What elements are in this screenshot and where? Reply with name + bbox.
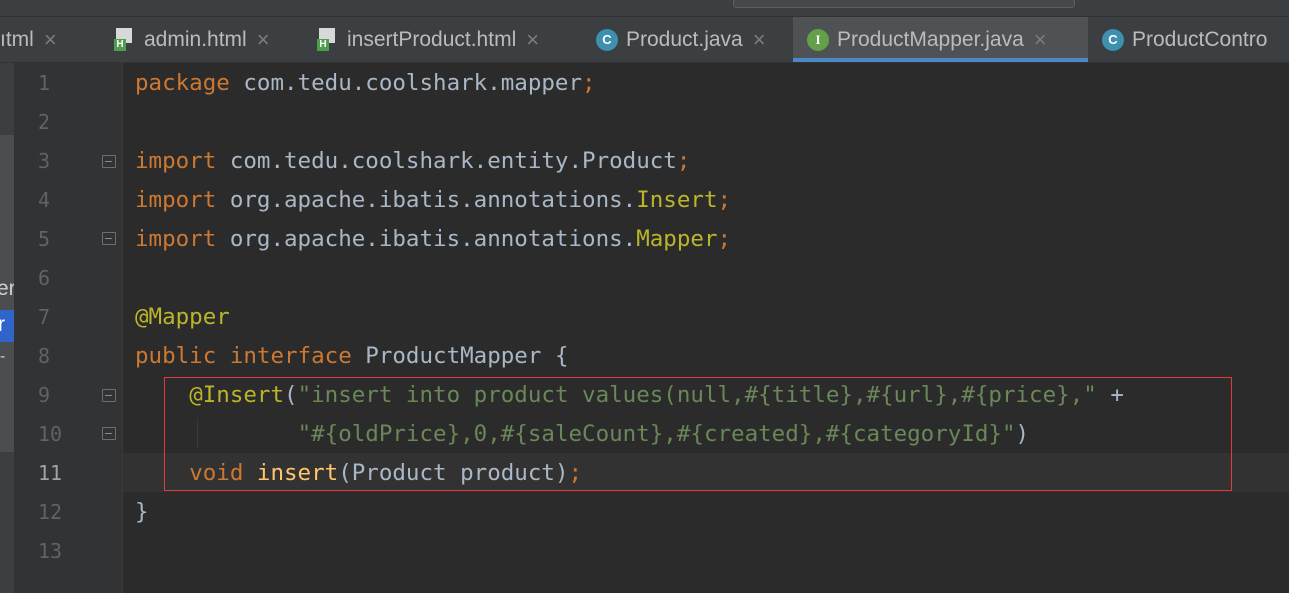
code-token: public [135, 343, 217, 369]
code-token: void [189, 460, 244, 486]
tab-product-java[interactable]: C Product.java × [582, 17, 792, 62]
line-number: 5 [38, 227, 51, 251]
line-number: 1 [38, 71, 51, 95]
code-line[interactable]: } [135, 493, 149, 532]
tab-label: insertProduct.html [347, 27, 517, 51]
code-token: import [135, 226, 217, 252]
code-token: interface [229, 343, 352, 369]
project-panel-edge: er r - [0, 63, 14, 593]
code-token: + [1096, 382, 1124, 408]
code-token: "insert into product values(null,#{title… [297, 382, 1097, 408]
tree-item-fragment[interactable]: r [0, 313, 5, 337]
line-number: 12 [38, 500, 63, 524]
search-everywhere-field[interactable] [733, 0, 1075, 8]
code-token: org.apache.ibatis.annotations. [216, 187, 637, 213]
tab-admin-html[interactable]: H admin.html × [98, 17, 302, 62]
java-interface-icon: I [807, 28, 829, 51]
code-token: com.tedu.coolshark.entity.Product [216, 148, 677, 174]
line-number: 3 [38, 149, 51, 173]
line-number: 9 [38, 383, 51, 407]
code-line[interactable]: package com.tedu.coolshark.mapper; [135, 64, 596, 103]
code-line[interactable]: import org.apache.ibatis.annotations.Ins… [135, 181, 731, 220]
code-token: import [135, 187, 217, 213]
java-class-icon: C [1102, 28, 1124, 51]
line-number: 2 [38, 110, 51, 134]
html-file-icon: H [317, 27, 339, 52]
line-number: 11 [38, 461, 63, 485]
code-token: ; [717, 187, 732, 213]
fold-end-marker-icon[interactable] [102, 427, 116, 441]
code-token: ; [568, 460, 583, 486]
line-number: 6 [38, 266, 51, 290]
line-number: 4 [38, 188, 51, 212]
tab-html-truncated[interactable]: ıtml × [0, 17, 97, 62]
html-file-icon: H [114, 27, 136, 52]
code-token: @Insert [189, 382, 285, 408]
code-line[interactable]: @Insert("insert into product values(null… [135, 376, 1124, 415]
code-token: ; [676, 148, 691, 174]
fold-marker-icon[interactable] [102, 389, 116, 403]
code-token: import [135, 148, 217, 174]
code-token: Mapper [636, 226, 718, 252]
editor-tab-bar: ıtml × H admin.html × H insertProduct.ht… [0, 17, 1289, 63]
tree-item-fragment: - [0, 348, 6, 365]
tab-label: Product.java [626, 27, 743, 51]
code-token: package [135, 70, 230, 96]
code-token: ) [1015, 421, 1030, 447]
close-icon[interactable]: × [257, 27, 270, 53]
code-line[interactable]: @Mapper [135, 298, 230, 337]
tree-item-fragment[interactable]: er [0, 277, 14, 301]
code-token: (Product product) [338, 460, 569, 486]
code-line[interactable]: void insert(Product product); [135, 454, 582, 493]
close-icon[interactable]: × [526, 27, 539, 53]
code-token: @Mapper [135, 304, 230, 330]
line-number: 10 [38, 422, 63, 446]
code-token: "#{oldPrice},0,#{saleCount},#{created},#… [297, 421, 1016, 447]
code-line[interactable]: import com.tedu.coolshark.entity.Product… [135, 142, 690, 181]
java-class-icon: C [596, 28, 618, 51]
code-token: org.apache.ibatis.annotations. [216, 226, 637, 252]
tab-productcontroller-java[interactable]: C ProductContro [1089, 17, 1289, 62]
tab-label: admin.html [144, 27, 247, 51]
code-token: } [135, 499, 149, 525]
code-token: ProductMapper { [351, 343, 569, 369]
code-line[interactable]: import org.apache.ibatis.annotations.Map… [135, 220, 731, 259]
fold-marker-icon[interactable] [102, 155, 116, 169]
line-number: 7 [38, 305, 51, 329]
tab-insertproduct-html[interactable]: H insertProduct.html × [303, 17, 581, 62]
code-token: com.tedu.coolshark.mapper [229, 70, 583, 96]
code-line[interactable]: "#{oldPrice},0,#{saleCount},#{created},#… [135, 415, 1030, 454]
close-icon[interactable]: × [1034, 27, 1047, 53]
code-token: insert [256, 460, 339, 486]
tab-label: ProductContro [1132, 27, 1268, 51]
code-token: ; [717, 226, 732, 252]
toolbar-strip [0, 0, 1289, 17]
close-icon[interactable]: × [44, 27, 57, 53]
tab-label: ıtml [0, 27, 34, 51]
code-token: ; [582, 70, 596, 96]
code-line[interactable]: public interface ProductMapper { [135, 337, 569, 376]
code-token: ( [284, 382, 298, 408]
close-icon[interactable]: × [753, 27, 766, 53]
code-token: Insert [636, 187, 718, 213]
line-number: 8 [38, 344, 51, 368]
tab-productmapper-java[interactable]: I ProductMapper.java × [793, 17, 1088, 62]
tab-label: ProductMapper.java [837, 27, 1024, 51]
line-number: 13 [38, 539, 63, 563]
fold-end-marker-icon[interactable] [102, 232, 116, 246]
